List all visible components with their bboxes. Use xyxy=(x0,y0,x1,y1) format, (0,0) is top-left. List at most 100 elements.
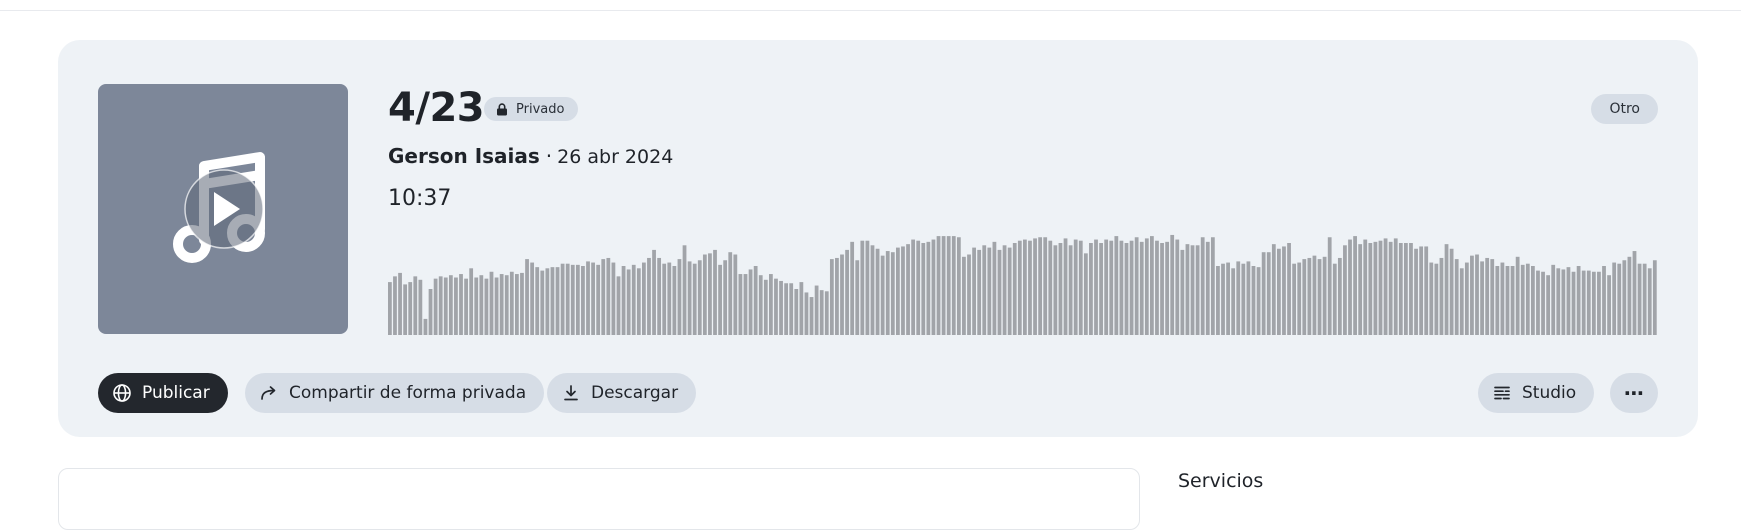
waveform-bar[interactable] xyxy=(509,271,514,335)
waveform-bar[interactable] xyxy=(393,276,397,335)
waveform-bar[interactable] xyxy=(616,276,621,335)
waveform-bar[interactable] xyxy=(1256,267,1261,335)
waveform-bar[interactable] xyxy=(1363,239,1368,335)
waveform-bar[interactable] xyxy=(763,279,768,335)
waveform-bar[interactable] xyxy=(723,260,728,335)
waveform-bar[interactable] xyxy=(1637,263,1642,335)
waveform-bar[interactable] xyxy=(697,260,702,335)
waveform-bar[interactable] xyxy=(606,257,611,335)
waveform-bar[interactable] xyxy=(1409,243,1413,335)
cover-art[interactable] xyxy=(98,84,348,334)
waveform-bar[interactable] xyxy=(535,267,540,335)
publish-button[interactable]: Publicar xyxy=(98,373,228,413)
more-options-button[interactable]: ⋯ xyxy=(1610,373,1658,413)
music-note-play-icon[interactable] xyxy=(98,84,348,334)
waveform-bar[interactable] xyxy=(1459,268,1464,335)
waveform-bar[interactable] xyxy=(1652,260,1657,335)
waveform-bar[interactable] xyxy=(1515,256,1520,335)
waveform-bar[interactable] xyxy=(438,276,443,335)
waveform-bar[interactable] xyxy=(1104,239,1109,335)
waveform-bar[interactable] xyxy=(448,275,453,335)
waveform-bar[interactable] xyxy=(545,268,550,335)
author-name[interactable]: Gerson Isaias xyxy=(388,144,540,168)
waveform-bar[interactable] xyxy=(743,274,748,335)
waveform-bar[interactable] xyxy=(1419,246,1424,335)
waveform-bar[interactable] xyxy=(1434,263,1439,335)
waveform-bar[interactable] xyxy=(1617,263,1622,335)
waveform-bar[interactable] xyxy=(611,262,616,335)
waveform-bar[interactable] xyxy=(1312,255,1317,335)
waveform-bar[interactable] xyxy=(586,261,590,335)
waveform-bar[interactable] xyxy=(794,289,799,335)
waveform-bar[interactable] xyxy=(1490,259,1495,335)
waveform-bar[interactable] xyxy=(972,247,976,335)
waveform-bar[interactable] xyxy=(388,282,392,335)
waveform-bar[interactable] xyxy=(860,240,865,335)
waveform-bar[interactable] xyxy=(1266,252,1271,335)
waveform-bar[interactable] xyxy=(880,255,885,335)
waveform-bar[interactable] xyxy=(1571,271,1576,335)
waveform-bar[interactable] xyxy=(992,241,997,335)
waveform-bar[interactable] xyxy=(718,264,722,335)
waveform-bar[interactable] xyxy=(1414,248,1418,335)
waveform-bar[interactable] xyxy=(1155,240,1159,335)
waveform-bar[interactable] xyxy=(1007,247,1012,335)
waveform-bar[interactable] xyxy=(1058,243,1063,335)
waveform-bar[interactable] xyxy=(489,271,494,335)
waveform-bar[interactable] xyxy=(1343,245,1347,335)
waveform-bar[interactable] xyxy=(1348,239,1352,335)
waveform-bar[interactable] xyxy=(550,267,555,335)
waveform-bar[interactable] xyxy=(1012,243,1017,335)
waveform-bar[interactable] xyxy=(565,263,570,335)
waveform-bar[interactable] xyxy=(1246,261,1251,335)
waveform[interactable] xyxy=(388,220,1658,335)
waveform-bar[interactable] xyxy=(677,259,682,335)
waveform-bar[interactable] xyxy=(1175,239,1180,335)
share-private-button[interactable]: Compartir de forma privada xyxy=(245,373,545,413)
waveform-bar[interactable] xyxy=(1424,246,1429,335)
waveform-bar[interactable] xyxy=(1231,268,1236,335)
waveform-bar[interactable] xyxy=(1302,259,1307,335)
waveform-bar[interactable] xyxy=(591,262,595,335)
waveform-bar[interactable] xyxy=(1185,244,1190,335)
waveform-bar[interactable] xyxy=(1622,260,1627,335)
waveform-bar[interactable] xyxy=(479,275,484,335)
waveform-bar[interactable] xyxy=(1099,243,1103,335)
waveform-bar[interactable] xyxy=(1576,266,1581,335)
waveform-bar[interactable] xyxy=(1053,245,1058,335)
waveform-bar[interactable] xyxy=(814,285,819,335)
waveform-bar[interactable] xyxy=(1612,262,1617,335)
waveform-bar[interactable] xyxy=(1144,238,1149,335)
waveform-bar[interactable] xyxy=(748,269,753,335)
waveform-bar[interactable] xyxy=(885,251,890,335)
waveform-bar[interactable] xyxy=(1277,248,1281,335)
waveform-bar[interactable] xyxy=(845,249,849,335)
waveform-bar[interactable] xyxy=(1261,252,1266,335)
waveform-bar[interactable] xyxy=(494,277,499,336)
waveform-bar[interactable] xyxy=(692,263,697,335)
waveform-bar[interactable] xyxy=(570,264,575,335)
waveform-bar[interactable] xyxy=(1607,275,1611,335)
waveform-bar[interactable] xyxy=(1388,241,1393,335)
waveform-bar[interactable] xyxy=(779,280,783,335)
waveform-bar[interactable] xyxy=(1139,241,1144,335)
waveform-bar[interactable] xyxy=(596,264,601,335)
waveform-bar[interactable] xyxy=(901,246,905,335)
waveform-bar[interactable] xyxy=(1597,271,1601,335)
download-button[interactable]: Descargar xyxy=(547,373,697,413)
waveform-bar[interactable] xyxy=(1485,257,1490,335)
waveform-bar[interactable] xyxy=(423,318,428,335)
waveform-bar[interactable] xyxy=(1160,243,1164,335)
waveform-bar[interactable] xyxy=(1023,239,1027,335)
waveform-bar[interactable] xyxy=(1546,275,1551,335)
waveform-bar[interactable] xyxy=(728,252,733,335)
waveform-bar[interactable] xyxy=(1531,266,1535,335)
waveform-bar[interactable] xyxy=(1581,270,1586,335)
waveform-bar[interactable] xyxy=(967,254,971,336)
waveform-bar[interactable] xyxy=(987,247,992,335)
waveform-bar[interactable] xyxy=(474,277,479,336)
waveform-bar[interactable] xyxy=(540,270,545,335)
waveform-bar[interactable] xyxy=(1500,262,1505,335)
waveform-bar[interactable] xyxy=(647,257,651,335)
waveform-bar[interactable] xyxy=(1647,268,1652,335)
